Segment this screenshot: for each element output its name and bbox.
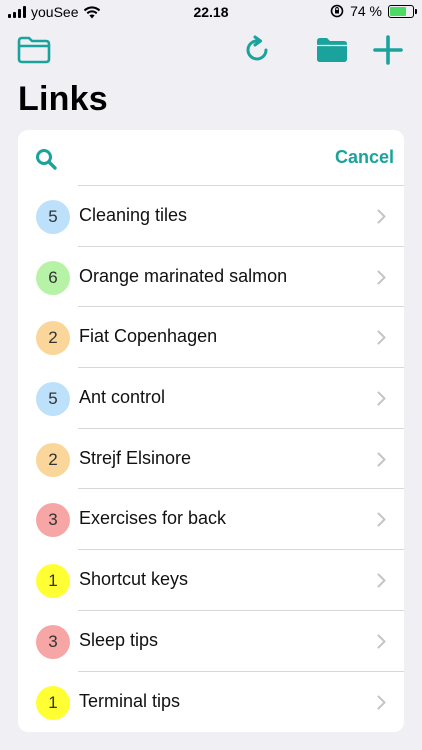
- battery-percent: 74 %: [350, 3, 382, 19]
- rotation-lock-icon: [330, 4, 344, 18]
- page-title: Links: [18, 80, 108, 118]
- list-item-label: Cleaning tiles: [79, 205, 188, 225]
- list-item[interactable]: 5 Ant control: [18, 368, 404, 429]
- list-item[interactable]: 2 Strejf Elsinore: [18, 429, 404, 490]
- chevron-right-icon: [377, 452, 386, 467]
- list-item-label: Orange marinated salmon: [79, 265, 288, 286]
- add-button[interactable]: [368, 30, 408, 70]
- refresh-button[interactable]: [238, 30, 278, 70]
- count-badge: 3: [36, 503, 70, 538]
- folder-filled-icon: [317, 38, 347, 62]
- count-badge: 1: [36, 685, 70, 720]
- plus-icon: [373, 35, 403, 65]
- folder-outline-icon: [17, 36, 51, 64]
- search-icon[interactable]: [34, 147, 58, 171]
- chevron-right-icon: [377, 695, 386, 709]
- list-item-label: Terminal tips: [79, 690, 181, 711]
- list-item-label: Sleep tips: [79, 629, 159, 650]
- toolbar: [0, 30, 422, 70]
- battery-fill: [390, 6, 407, 16]
- list-item-label: Shortcut keys: [79, 569, 189, 590]
- refresh-icon: [246, 35, 268, 61]
- list-item[interactable]: 5 Cleaning tiles: [18, 186, 404, 247]
- chevron-right-icon: [377, 391, 386, 406]
- status-right: 74 %: [330, 3, 417, 19]
- list-item-label: Ant control: [79, 387, 166, 408]
- list-item[interactable]: 6 Orange marinated salmon: [18, 247, 404, 308]
- search-input[interactable]: [78, 142, 318, 174]
- links-card: Cancel 5 Cleaning tiles 6 Orange marinated …: [18, 130, 404, 732]
- list-item-label: Fiat Copenhagen: [79, 326, 218, 347]
- chevron-right-icon: [377, 330, 386, 345]
- battery-icon: [388, 4, 417, 18]
- links-list: 5 Cleaning tiles 6 Orange marinated salmon 2…: [18, 186, 404, 732]
- list-item[interactable]: 1 Shortcut keys: [18, 550, 404, 611]
- chevron-right-icon: [377, 573, 386, 588]
- list-item-label: Exercises for back: [79, 508, 227, 529]
- count-badge: 1: [36, 564, 70, 599]
- list-item-label: Strejf Elsinore: [79, 447, 192, 468]
- chevron-right-icon: [377, 209, 386, 224]
- list-item[interactable]: 3 Exercises for back: [18, 489, 404, 551]
- chevron-right-icon: [377, 512, 386, 527]
- count-badge: 6: [36, 260, 70, 295]
- count-badge: 2: [36, 321, 70, 356]
- search-bar: Cancel: [36, 130, 404, 186]
- list-item[interactable]: 2 Fiat Copenhagen: [18, 307, 404, 369]
- count-badge: 5: [36, 200, 70, 234]
- list-item[interactable]: 3 Sleep tips: [18, 611, 404, 672]
- list-item[interactable]: 1 Terminal tips: [18, 672, 404, 733]
- chevron-right-icon: [377, 270, 386, 285]
- count-badge: 5: [36, 382, 70, 417]
- cancel-button[interactable]: Cancel: [335, 147, 394, 168]
- new-folder-button[interactable]: [312, 30, 352, 70]
- count-badge: 2: [36, 442, 70, 477]
- status-bar: youSee 22.18 74 %: [0, 0, 422, 26]
- folders-button[interactable]: [14, 30, 54, 70]
- chevron-right-icon: [377, 634, 386, 649]
- count-badge: 3: [36, 624, 70, 659]
